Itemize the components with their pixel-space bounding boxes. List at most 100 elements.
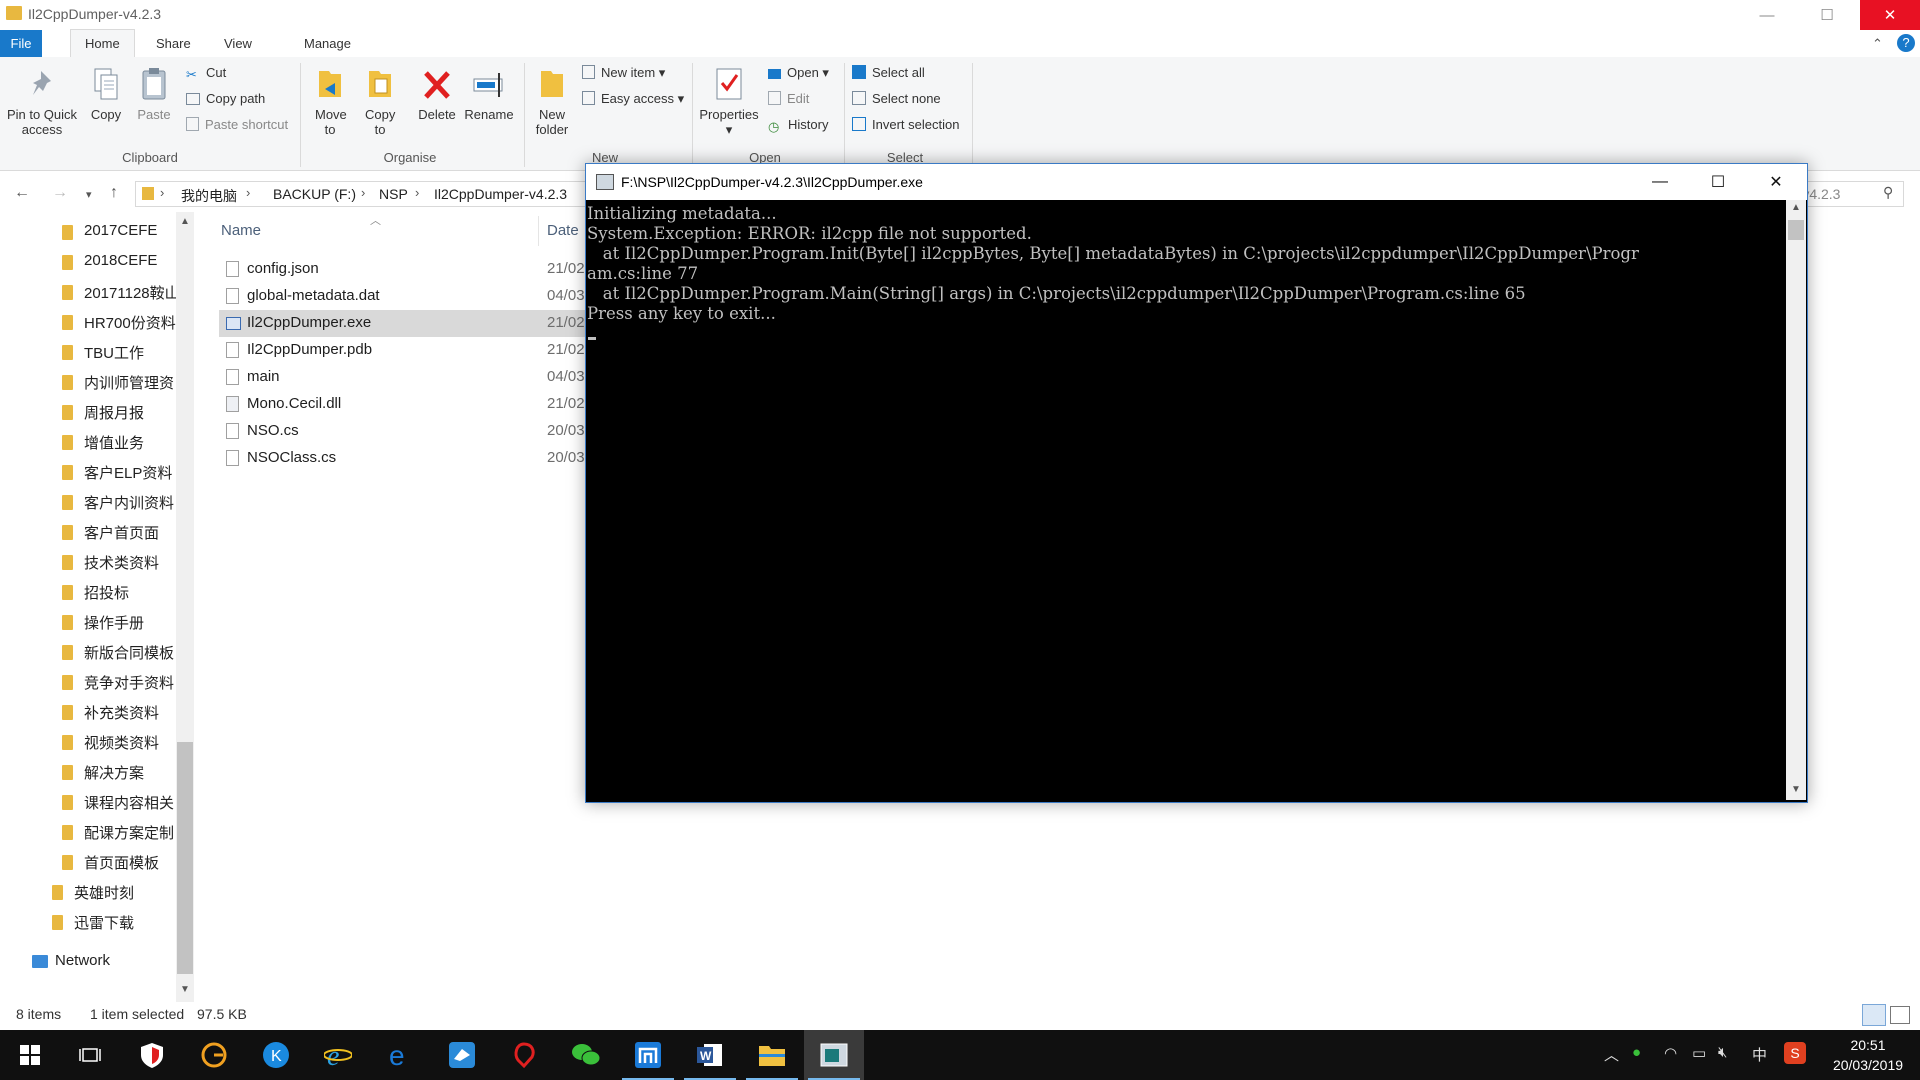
nav-folder-item[interactable]: 客户首页面 <box>0 516 180 546</box>
console-output[interactable]: Initializing metadata... System.Exceptio… <box>586 200 1786 800</box>
nav-folder-item[interactable]: 招投标 <box>0 576 180 606</box>
scroll-down-icon[interactable]: ▼ <box>1791 784 1801 795</box>
taskbar-app-explorer[interactable] <box>742 1030 802 1080</box>
taskbar-app-security[interactable] <box>122 1030 182 1080</box>
nav-folder-item[interactable]: 视频类资料 <box>0 726 180 756</box>
file-row[interactable]: main 04/03 <box>219 364 589 391</box>
move-to-button[interactable]: Move to <box>308 65 352 137</box>
nav-folder-item[interactable]: 迅雷下载 <box>0 906 180 936</box>
nav-folder-item[interactable]: 客户内训资料 <box>0 486 180 516</box>
console-window[interactable]: F:\NSP\Il2CppDumper-v4.2.3\Il2CppDumper.… <box>585 163 1808 803</box>
nav-folder-item[interactable]: 解决方案 <box>0 756 180 786</box>
tray-volume-muted-icon[interactable]: 🔇︎ <box>1718 1044 1727 1061</box>
ime-indicator[interactable]: 中 <box>1752 1044 1767 1065</box>
scroll-up-icon[interactable]: ▲ <box>180 216 190 227</box>
chevron-right-icon[interactable]: › <box>361 185 365 200</box>
invert-selection-button[interactable]: Invert selection <box>852 115 959 135</box>
tray-network-icon[interactable]: ◠ <box>1664 1044 1677 1062</box>
large-icons-view-icon[interactable] <box>1890 1006 1910 1024</box>
task-view-button[interactable] <box>60 1030 120 1080</box>
nav-folder-item[interactable]: 2017CEFE <box>0 216 180 246</box>
taskbar-app-edge[interactable]: e <box>370 1030 430 1080</box>
nav-network-item[interactable]: Network <box>0 946 180 976</box>
open-button[interactable]: Open ▾ <box>768 63 829 83</box>
nav-folder-item[interactable]: 操作手册 <box>0 606 180 636</box>
nav-folder-item[interactable]: 竞争对手资料 <box>0 666 180 696</box>
nav-scrollbar-thumb[interactable] <box>177 742 193 974</box>
chevron-right-icon[interactable]: › <box>246 185 250 200</box>
taskbar-app-ie[interactable]: e <box>308 1030 368 1080</box>
file-row[interactable]: config.json 21/02 <box>219 256 589 283</box>
nav-folder-item[interactable]: 补充类资料 <box>0 696 180 726</box>
cut-button[interactable]: ✂ Cut <box>186 63 226 83</box>
console-title-bar[interactable]: F:\NSP\Il2CppDumper-v4.2.3\Il2CppDumper.… <box>586 164 1807 200</box>
copy-to-button[interactable]: Copy to <box>358 65 402 137</box>
sogou-ime-icon[interactable]: S <box>1784 1042 1806 1064</box>
taskbar-app-blue[interactable] <box>618 1030 678 1080</box>
nav-folder-item[interactable]: 20171128鞍山 <box>0 276 180 306</box>
chevron-right-icon[interactable]: › <box>160 185 164 200</box>
select-all-button[interactable]: Select all <box>852 63 925 83</box>
paste-shortcut-button[interactable]: Paste shortcut <box>186 115 288 135</box>
nav-folder-item[interactable]: HR700份资料 <box>0 306 180 336</box>
tray-wechat-icon[interactable]: ● <box>1632 1044 1641 1061</box>
nav-folder-item[interactable]: 配课方案定制 <box>0 816 180 846</box>
nav-folder-item[interactable]: 新版合同模板 <box>0 636 180 666</box>
nav-folder-item[interactable]: 内训师管理资 <box>0 366 180 396</box>
breadcrumb-item[interactable]: 我的电脑 <box>181 186 237 206</box>
back-arrow-icon[interactable]: ← <box>14 184 30 202</box>
ribbon-collapse-icon[interactable]: ⌃ <box>1872 36 1883 52</box>
console-minimize-button[interactable]: — <box>1631 164 1689 200</box>
nav-folder-item[interactable]: 首页面模板 <box>0 846 180 876</box>
taskbar-app-console[interactable] <box>804 1030 864 1080</box>
console-scrollbar[interactable]: ▲ ▼ <box>1786 200 1806 800</box>
tab-home[interactable]: Home <box>70 29 135 58</box>
nav-folder-item[interactable]: 课程内容相关 <box>0 786 180 816</box>
close-button[interactable]: ✕ <box>1860 0 1920 30</box>
edit-button[interactable]: Edit <box>768 89 809 109</box>
scroll-up-icon[interactable]: ▲ <box>1791 202 1801 213</box>
search-icon[interactable]: ⚲ <box>1883 184 1893 201</box>
up-arrow-icon[interactable]: ↑ <box>110 184 118 202</box>
nav-folder-item[interactable]: 增值业务 <box>0 426 180 456</box>
breadcrumb-item[interactable]: BACKUP (F:) <box>273 186 356 202</box>
history-button[interactable]: ◷ History <box>768 115 828 135</box>
nav-scrollbar[interactable]: ▲ ▼ <box>176 212 194 1002</box>
easy-access-button[interactable]: Easy access ▾ <box>582 89 684 109</box>
taskbar-app-bird[interactable] <box>432 1030 492 1080</box>
copy-path-button[interactable]: Copy path <box>186 89 265 109</box>
details-view-icon[interactable] <box>1862 1004 1886 1026</box>
file-row[interactable]: Il2CppDumper.pdb 21/02 <box>219 337 589 364</box>
nav-folder-item[interactable]: 客户ELP资料 <box>0 456 180 486</box>
tab-share[interactable]: Share <box>142 30 205 57</box>
recent-locations-chevron-icon[interactable]: ▾ <box>86 188 92 201</box>
taskbar-app-k[interactable]: K <box>246 1030 306 1080</box>
tray-battery-icon[interactable]: ▭ <box>1692 1044 1706 1062</box>
tray-overflow-chevron-icon[interactable]: ︿ <box>1604 1044 1619 1065</box>
system-clock[interactable]: 20:51 20/03/2019 <box>1822 1035 1914 1075</box>
rename-button[interactable]: Rename <box>462 65 516 122</box>
file-row[interactable]: NSOClass.cs 20/03 <box>219 445 589 472</box>
console-maximize-button[interactable]: ☐ <box>1689 164 1747 200</box>
column-header-date[interactable]: Date <box>547 222 579 239</box>
nav-folder-item[interactable]: 周报月报 <box>0 396 180 426</box>
column-header-name[interactable]: Name <box>221 222 261 239</box>
help-icon[interactable]: ? <box>1897 34 1915 52</box>
copy-button[interactable]: Copy <box>84 65 128 122</box>
file-row[interactable]: NSO.cs 20/03 <box>219 418 589 445</box>
delete-button[interactable]: Delete <box>414 65 460 122</box>
tab-file[interactable]: File <box>0 30 42 57</box>
start-button[interactable] <box>0 1030 60 1080</box>
maximize-button[interactable]: ☐ <box>1804 0 1850 30</box>
breadcrumb-item[interactable]: Il2CppDumper-v4.2.3 <box>434 186 567 202</box>
forward-arrow-icon[interactable]: → <box>52 184 68 202</box>
chevron-right-icon[interactable]: › <box>415 185 419 200</box>
column-divider[interactable] <box>538 216 539 246</box>
tab-view[interactable]: View <box>210 30 266 57</box>
taskbar-app-wechat[interactable] <box>556 1030 616 1080</box>
file-row[interactable]: Il2CppDumper.exe 21/02 <box>219 310 589 337</box>
paste-button[interactable]: Paste <box>132 65 176 122</box>
nav-folder-item[interactable]: 2018CEFE <box>0 246 180 276</box>
nav-folder-item[interactable]: 英雄时刻 <box>0 876 180 906</box>
scroll-down-icon[interactable]: ▼ <box>180 984 190 995</box>
